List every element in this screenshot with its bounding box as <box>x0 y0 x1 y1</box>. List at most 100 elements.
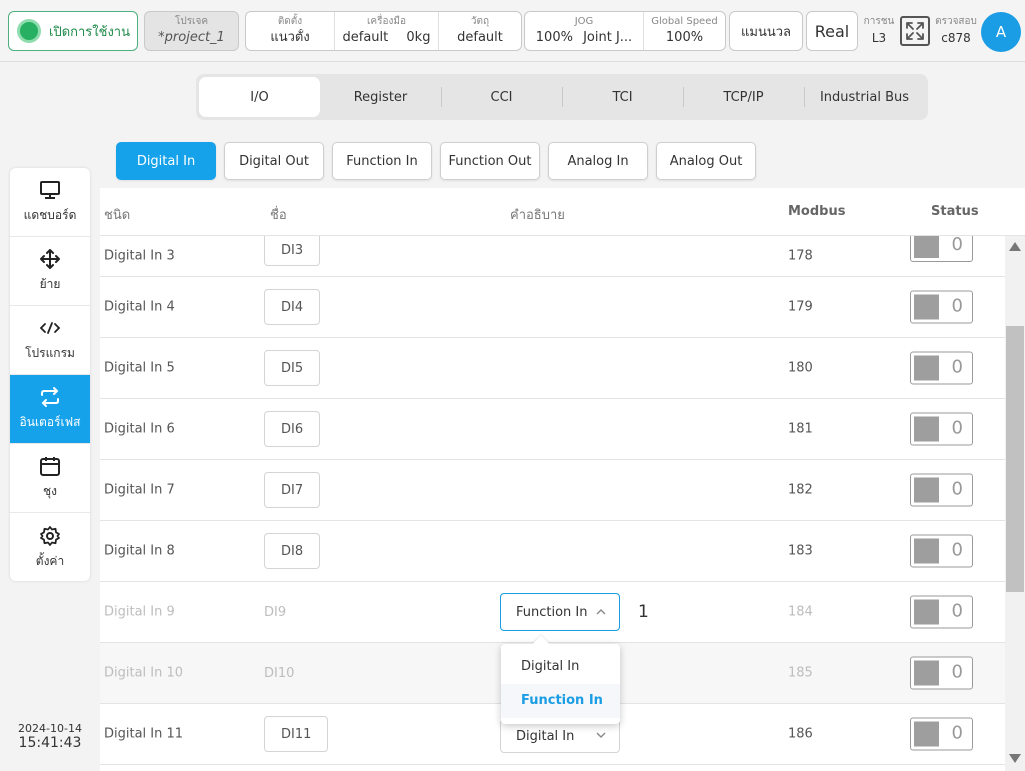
dropdown-option-function-in[interactable]: Function In <box>501 684 620 718</box>
table-scrollbar[interactable] <box>1005 236 1025 771</box>
function-select[interactable]: Digital In <box>500 719 620 753</box>
sidebar-item-interface[interactable]: อินเตอร์เฟส <box>10 375 90 444</box>
table-row: Digital In 3 DI3 178 0 <box>100 234 1025 277</box>
table-header: ชนิด ชื่อ คำอธิบาย Modbus Status <box>100 188 1025 236</box>
global-speed-value: 100% <box>665 30 704 45</box>
jog-percent: 100% <box>535 30 573 45</box>
table-row: Digital In 9 DI9 Function In 1 184 0 <box>100 582 1025 643</box>
fullscreen-icon[interactable] <box>900 16 930 46</box>
clock-time: 15:41:43 <box>18 735 82 751</box>
tab-cci[interactable]: CCI <box>441 77 562 117</box>
row-status-value: 0 <box>951 417 963 439</box>
row-modbus: 180 <box>788 360 813 376</box>
row-modbus: 183 <box>788 543 813 559</box>
row-type: Digital In 6 <box>104 421 175 437</box>
subtab-function-in[interactable]: Function In <box>332 142 432 180</box>
code-icon <box>39 317 61 339</box>
subtab-analog-in[interactable]: Analog In <box>548 142 648 180</box>
chevron-down-icon <box>596 732 606 738</box>
scroll-up-icon[interactable] <box>1009 242 1021 251</box>
row-status-indicator: 0 <box>910 595 973 629</box>
tool-weight: 0kg <box>406 30 431 45</box>
scroll-down-icon[interactable] <box>1009 754 1021 763</box>
tab-register[interactable]: Register <box>320 77 441 117</box>
row-name-field: DI9 <box>264 604 287 620</box>
row-status-indicator: 0 <box>910 234 973 262</box>
sidebar-item-move[interactable]: ย้าย <box>10 237 90 306</box>
io-subtab-bar: Digital In Digital Out Function In Funct… <box>116 142 756 180</box>
check-value: c878 <box>941 31 971 45</box>
real-mode-button[interactable]: Real <box>806 11 858 51</box>
row-status-value: 0 <box>951 722 963 744</box>
tool-setting[interactable]: เครื่องมือ default 0kg <box>334 12 438 50</box>
tab-tci[interactable]: TCI <box>562 77 683 117</box>
tool-value: default <box>342 30 389 45</box>
payload-caption: วัตถุ <box>470 16 490 27</box>
sidebar-item-program[interactable]: โปรแกรม <box>10 306 90 375</box>
row-name-field[interactable]: DI8 <box>264 533 321 569</box>
row-status-indicator: 0 <box>910 534 973 568</box>
install-orientation[interactable]: ติดตั้ง แนวตั้ง <box>246 12 334 50</box>
sidebar-item-dashboard[interactable]: แดชบอร์ด <box>10 168 90 237</box>
manual-mode-button[interactable]: แมนนวล <box>729 11 803 51</box>
dropdown-option-digital-in[interactable]: Digital In <box>501 650 620 684</box>
user-avatar[interactable]: A <box>981 12 1021 52</box>
global-speed-setting[interactable]: Global Speed 100% <box>643 12 725 50</box>
scrollbar-thumb[interactable] <box>1006 326 1024 592</box>
payload-setting[interactable]: วัตถุ default <box>438 12 521 50</box>
check-status[interactable]: ตรวจสอบ c878 <box>932 15 980 47</box>
install-caption: ติดตั้ง <box>277 16 303 27</box>
row-type: Digital In 7 <box>104 482 175 498</box>
project-selector[interactable]: โปรเจค *project_1 <box>144 11 239 51</box>
calendar-icon <box>39 455 61 477</box>
function-param-value: 1 <box>638 602 649 622</box>
io-tab-bar: I/O Register CCI TCI TCP/IP Industrial B… <box>196 74 928 120</box>
row-name-field[interactable]: DI5 <box>264 350 321 386</box>
subtab-function-out[interactable]: Function Out <box>440 142 540 180</box>
jog-setting[interactable]: JOG 100% Joint J... <box>525 12 643 50</box>
enable-label: เปิดการใช้งาน <box>49 24 130 40</box>
installation-panel[interactable]: ติดตั้ง แนวตั้ง เครื่องมือ default 0kg ว… <box>245 11 522 51</box>
row-name-field[interactable]: DI3 <box>264 236 321 266</box>
enable-button[interactable]: เปิดการใช้งาน <box>8 11 138 51</box>
subtab-analog-out[interactable]: Analog Out <box>656 142 756 180</box>
table-row: Digital In 7 DI7 182 0 <box>100 460 1025 521</box>
header-name: ชื่อ <box>270 208 287 223</box>
row-status-indicator: 0 <box>910 656 973 690</box>
row-status-value: 0 <box>951 539 963 561</box>
row-name-field[interactable]: DI6 <box>264 411 321 447</box>
sidebar-item-label: โปรแกรม <box>25 346 75 360</box>
install-value: แนวตั้ง <box>270 30 310 45</box>
sidebar-item-schedule[interactable]: ชุง <box>10 444 90 513</box>
row-type: Digital In 8 <box>104 543 175 559</box>
project-caption: โปรเจค <box>174 16 209 27</box>
sidebar-item-settings[interactable]: ตั้งค่า <box>10 513 90 581</box>
row-status-value: 0 <box>951 661 963 683</box>
collision-value: L3 <box>871 31 887 45</box>
jog-mode: Joint J... <box>583 30 633 45</box>
sidebar-nav: แดชบอร์ด ย้าย โปรแกรม อินเตอร์เฟส ชุง ตั… <box>10 168 90 581</box>
system-clock: 2024-10-14 15:41:43 <box>10 722 90 751</box>
tab-tcp-ip[interactable]: TCP/IP <box>683 77 804 117</box>
top-bar: เปิดการใช้งาน โปรเจค *project_1 ติดตั้ง … <box>0 0 1025 62</box>
interface-icon <box>39 386 61 408</box>
row-modbus: 184 <box>788 604 813 620</box>
collision-level[interactable]: การชน L3 <box>862 15 896 47</box>
tab-io[interactable]: I/O <box>199 77 320 117</box>
row-type: Digital In 11 <box>104 726 184 742</box>
global-speed-caption: Global Speed <box>651 16 718 27</box>
subtab-digital-in[interactable]: Digital In <box>116 142 216 180</box>
row-modbus: 178 <box>788 248 813 264</box>
row-name-field[interactable]: DI4 <box>264 289 321 325</box>
row-name-field[interactable]: DI7 <box>264 472 321 508</box>
speed-panel[interactable]: JOG 100% Joint J... Global Speed 100% <box>524 11 726 51</box>
tool-caption: เครื่องมือ <box>367 16 406 27</box>
subtab-digital-out[interactable]: Digital Out <box>224 142 324 180</box>
row-name-field[interactable]: DI11 <box>264 716 329 752</box>
row-status-indicator: 0 <box>910 717 973 751</box>
tab-industrial-bus[interactable]: Industrial Bus <box>804 77 925 117</box>
clock-date: 2024-10-14 <box>18 722 82 735</box>
row-status-indicator: 0 <box>910 412 973 446</box>
function-select[interactable]: Function In <box>500 593 620 631</box>
table-row: Digital In 8 DI8 183 0 <box>100 521 1025 582</box>
